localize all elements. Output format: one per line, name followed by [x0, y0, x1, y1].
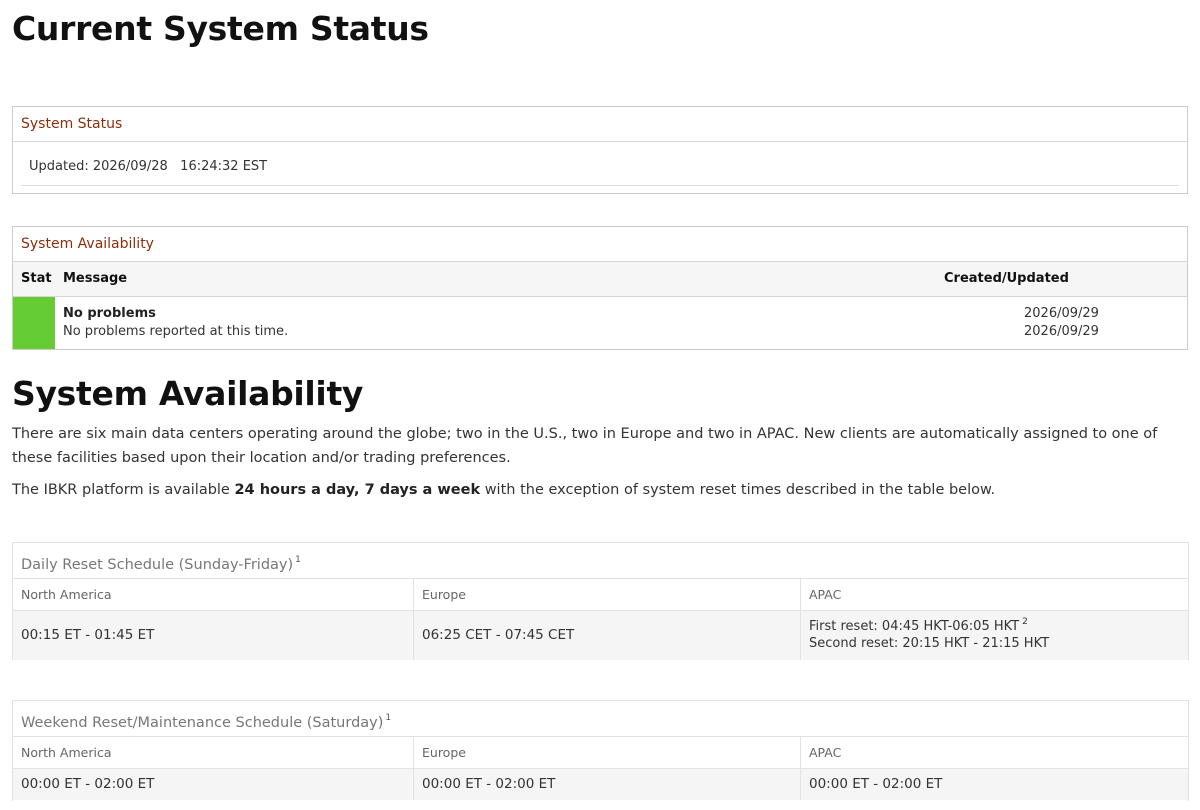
updated-date: 2026/09/29 — [1024, 324, 1099, 339]
availability-paragraph: The IBKR platform is available 24 hours … — [12, 478, 1182, 502]
availability-hours: 24 hours a day, 7 days a week — [234, 482, 481, 498]
column-apac: APAC — [800, 737, 1186, 768]
column-europe: Europe — [413, 579, 800, 610]
column-north-america: North America — [21, 587, 112, 602]
apac-reset: First reset: 04:45 HKT-06:05 HKT 2 Second… — [800, 611, 1186, 660]
daily-schedule-title-text: Daily Reset Schedule (Sunday-Friday) — [21, 557, 294, 573]
daily-schedule-header: North America Europe APAC — [13, 579, 1188, 611]
footnote-ref: 1 — [385, 713, 392, 723]
system-availability-panel: System Availability Stat Message Created… — [12, 226, 1188, 350]
north-america-maintenance: 00:00 ET - 02:00 ET — [21, 776, 155, 792]
apac-maintenance: 00:00 ET - 02:00 ET — [800, 769, 1186, 800]
created-date: 2026/09/29 — [1024, 306, 1099, 321]
footnote-ref: 1 — [295, 555, 301, 565]
daily-schedule-title: Daily Reset Schedule (Sunday-Friday) 1 — [13, 543, 1188, 579]
weekend-reset-schedule: Weekend Reset/Maintenance Schedule (Satu… — [12, 700, 1189, 801]
availability-text-start: The IBKR platform is available — [12, 482, 235, 498]
column-stat: Stat — [21, 271, 52, 286]
system-status-heading: System Status — [13, 107, 1187, 142]
apac-first-reset-text: First reset: 04:45 HKT-06:05 HKT — [809, 619, 1020, 634]
column-created-updated: Created/Updated — [944, 271, 1069, 286]
table-row: No problems No problems reported at this… — [13, 297, 1187, 349]
north-america-reset: 00:15 ET - 01:45 ET — [21, 627, 155, 643]
weekend-schedule-header: North America Europe APAC — [13, 737, 1188, 769]
europe-maintenance: 00:00 ET - 02:00 ET — [413, 769, 800, 800]
data-centers-paragraph: There are six main data centers operatin… — [12, 426, 1158, 466]
message-title: No problems — [63, 306, 156, 321]
updated-timestamp: Updated: 2026/09/28 16:24:32 EST — [21, 142, 1179, 186]
column-europe: Europe — [413, 737, 800, 768]
weekend-schedule-title: Weekend Reset/Maintenance Schedule (Satu… — [13, 701, 1188, 737]
footnote-ref: 2 — [1022, 617, 1028, 627]
page: Current System Status System Status Upda… — [0, 0, 1200, 810]
weekend-schedule-title-text: Weekend Reset/Maintenance Schedule (Satu… — [21, 715, 384, 731]
section-title: System Availability — [12, 374, 364, 413]
table-row: 00:00 ET - 02:00 ET 00:00 ET - 02:00 ET … — [13, 769, 1188, 800]
column-apac: APAC — [800, 579, 1186, 610]
apac-first-reset: First reset: 04:45 HKT-06:05 HKT 2 — [809, 617, 1028, 634]
availability-text-end: with the exception of system reset times… — [480, 482, 996, 498]
daily-reset-schedule: Daily Reset Schedule (Sunday-Friday) 1 No… — [12, 542, 1189, 660]
page-title: Current System Status — [12, 9, 429, 48]
table-row: 00:15 ET - 01:45 ET 06:25 CET - 07:45 CE… — [13, 611, 1188, 660]
column-north-america: North America — [21, 745, 112, 760]
europe-reset: 06:25 CET - 07:45 CET — [413, 611, 800, 660]
availability-table-header: Stat Message Created/Updated — [13, 262, 1187, 297]
system-availability-heading: System Availability — [13, 227, 1187, 262]
apac-second-reset: Second reset: 20:15 HKT - 21:15 HKT — [809, 636, 1050, 651]
message-body: No problems reported at this time. — [63, 324, 289, 339]
status-indicator — [13, 297, 55, 349]
system-status-panel: System Status Updated: 2026/09/28 16:24:… — [12, 106, 1188, 194]
column-message: Message — [63, 271, 128, 286]
